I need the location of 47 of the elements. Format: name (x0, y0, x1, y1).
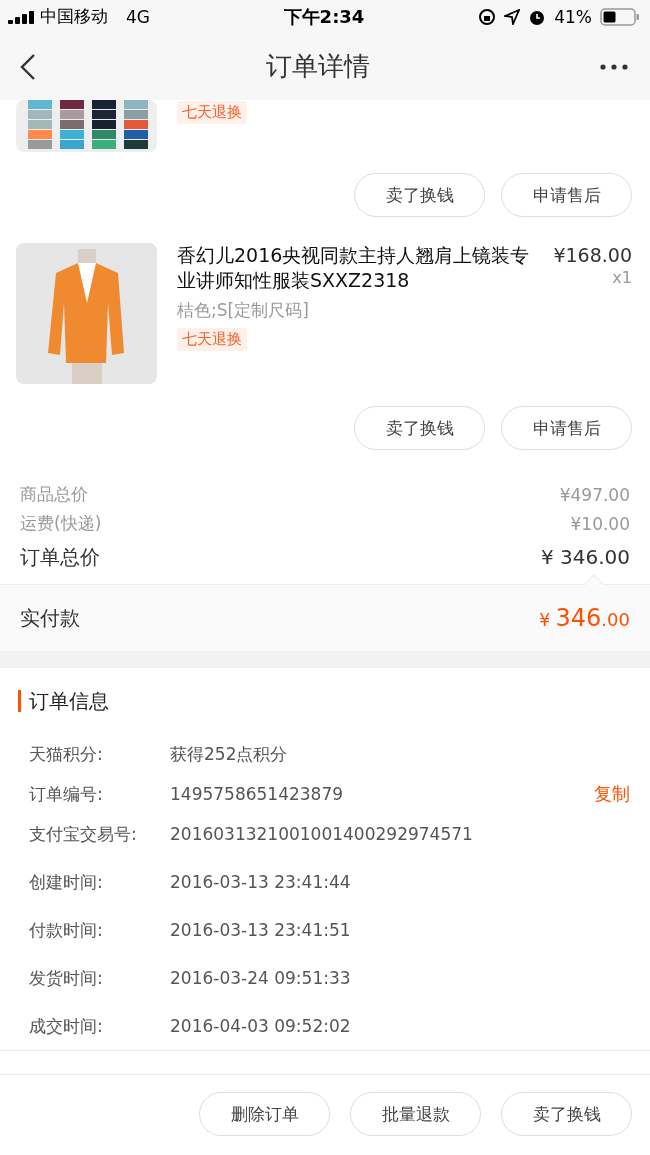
section-title: 订单信息 (29, 687, 109, 715)
summary-label: 订单总价 (20, 543, 100, 571)
battery-icon (600, 7, 640, 26)
item-action-button[interactable]: 申请售后 (501, 406, 632, 450)
info-value: 2016-03-13 23:41:44 (170, 872, 352, 892)
rotation-lock-icon (478, 7, 497, 26)
info-value: 获得252点积分 (170, 742, 289, 766)
page-title: 订单详情 (266, 50, 370, 83)
summary-value: ¥497.00 (559, 484, 630, 505)
order-action-button[interactable]: 卖了换钱 (501, 1092, 632, 1136)
info-label: 创建时间: (29, 870, 104, 894)
status-time: 下午2:34 (283, 4, 365, 29)
paid-amount: ¥ 346.00 (539, 604, 630, 632)
battery-percent: 41% (554, 6, 592, 27)
info-label: 发货时间: (29, 966, 104, 990)
return-tag: 七天退换 (177, 328, 247, 351)
item-action-button[interactable]: 卖了换钱 (354, 406, 485, 450)
product-price: ¥168.00 (553, 243, 632, 268)
info-label: 成交时间: (29, 1014, 104, 1038)
back-icon[interactable] (20, 52, 36, 81)
product-quantity: x1 (612, 268, 632, 287)
item-action-button[interactable]: 申请售后 (501, 173, 632, 217)
info-value: 2016-04-03 09:52:02 (170, 1016, 352, 1036)
signal-icon (8, 9, 34, 24)
info-label: 付款时间: (29, 918, 104, 942)
summary-label: 商品总价 (20, 483, 88, 506)
summary-value: ¥ 346.00 (540, 545, 630, 569)
info-label: 订单编号: (29, 782, 104, 806)
carrier-name: 中国移动 (40, 5, 108, 28)
info-label: 天猫积分: (29, 742, 104, 766)
info-value: 1495758651423879 (170, 784, 345, 804)
summary-value: ¥10.00 (570, 513, 630, 534)
paid-label: 实付款 (20, 604, 80, 632)
return-tag: 七天退换 (177, 101, 247, 124)
summary-label: 运费(快递) (20, 512, 102, 535)
order-action-button[interactable]: 删除订单 (199, 1092, 330, 1136)
info-label: 支付宝交易号: (29, 822, 138, 846)
info-value: 2016-03-24 09:51:33 (170, 968, 352, 988)
product-title[interactable]: 香幻儿2016央视同款主持人翘肩上镜装专业讲师知性服装SXXZ2318 (177, 243, 546, 293)
info-value: 2016031321001001400292974571 (170, 824, 474, 844)
location-icon (504, 8, 521, 25)
item-action-button[interactable]: 卖了换钱 (354, 173, 485, 217)
network-type: 4G (126, 6, 150, 27)
product-sku: 桔色;S[定制尺码] (177, 299, 310, 322)
more-icon[interactable] (600, 63, 628, 70)
order-action-button[interactable]: 批量退款 (350, 1092, 481, 1136)
info-value: 2016-03-13 23:41:51 (170, 920, 352, 940)
